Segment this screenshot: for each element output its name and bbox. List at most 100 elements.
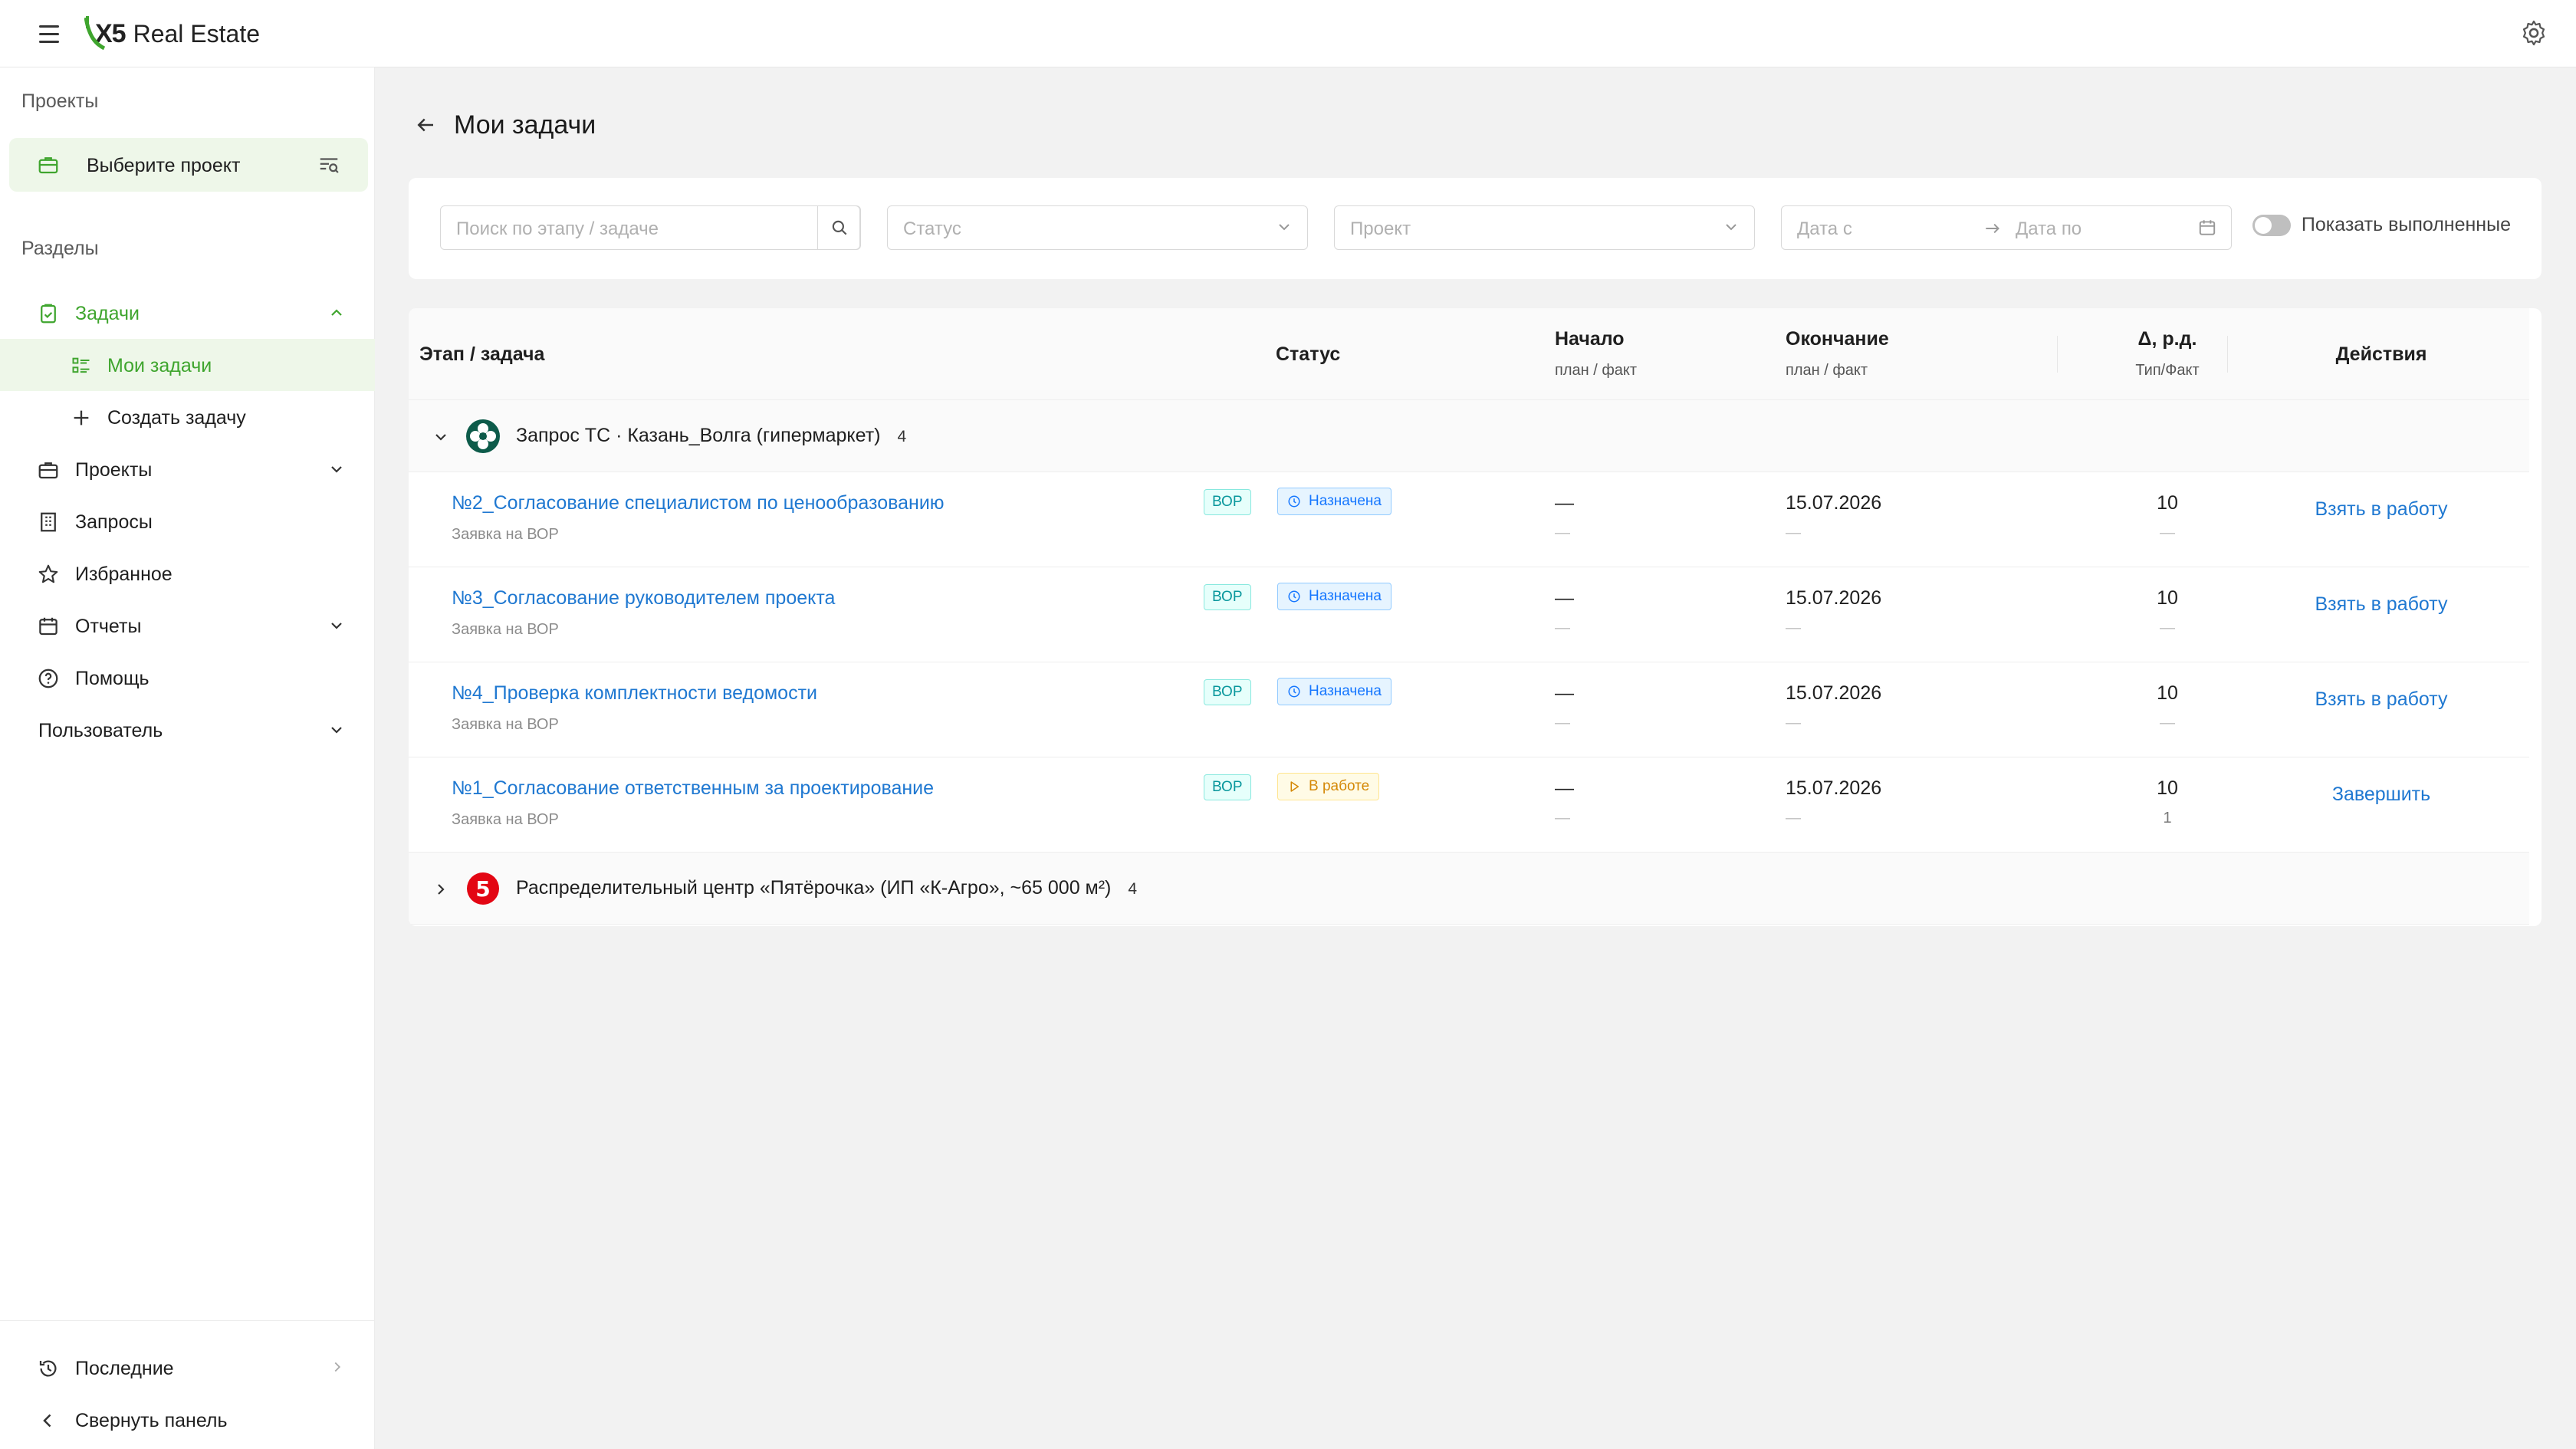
take-to-work-button[interactable]: Взять в работу xyxy=(2266,593,2496,616)
x5-leaf-icon xyxy=(84,15,106,50)
folder-icon xyxy=(38,462,58,479)
date-range-picker[interactable]: Дата с Дата по xyxy=(1781,205,2232,250)
start-plan: — xyxy=(1555,777,1574,799)
group-count: 4 xyxy=(897,428,907,445)
group-count: 4 xyxy=(1128,880,1138,898)
collapse-panel-button[interactable]: Свернуть панель xyxy=(0,1394,375,1446)
sidebar-item-help[interactable]: Помощь xyxy=(0,652,375,704)
delta-type: 10 xyxy=(2157,682,2178,704)
col-delta-sub: Тип/Факт xyxy=(2135,362,2200,379)
chevron-right-icon[interactable] xyxy=(432,880,450,899)
sidebar-item-label: Проекты xyxy=(75,459,153,481)
task-link[interactable]: №1_Согласование ответственным за проекти… xyxy=(452,777,934,800)
col-status: Статус xyxy=(1276,343,1341,365)
col-end: Окончание xyxy=(1786,328,1889,350)
arrow-right-icon xyxy=(1986,223,1999,234)
perekrestok-logo-icon xyxy=(466,419,500,453)
end-plan: 15.07.2026 xyxy=(1786,682,1882,704)
calendar-icon xyxy=(39,617,58,636)
sidebar-item-label: Отчеты xyxy=(75,616,142,637)
sidebar-item-tasks[interactable]: Задачи xyxy=(0,287,375,339)
plus-icon xyxy=(74,410,89,426)
project-select[interactable]: Проект xyxy=(1334,205,1755,250)
brand-logo[interactable]: X5 Real Estate xyxy=(84,9,260,58)
sidebar-item-user[interactable]: Пользователь xyxy=(0,704,375,756)
page-title: Мои задачи xyxy=(454,110,596,140)
calendar-icon xyxy=(2199,220,2216,235)
status-text: Назначена xyxy=(1309,493,1382,509)
sidebar-item-label: Задачи xyxy=(75,303,140,324)
status-placeholder: Статус xyxy=(903,219,961,239)
task-link[interactable]: №2_Согласование специалистом по ценообра… xyxy=(452,492,945,514)
start-fact: — xyxy=(1555,810,1570,826)
col-stage: Этап / задача xyxy=(419,343,545,365)
status-badge: Назначена xyxy=(1277,583,1392,610)
page-title-bar: Мои задачи xyxy=(414,106,596,144)
chevron-left-icon xyxy=(43,1414,51,1428)
project-select[interactable]: Выберите проект xyxy=(9,138,368,192)
status-badge: Назначена xyxy=(1277,678,1392,705)
sidebar-item-favorites[interactable]: Избранное xyxy=(0,547,375,600)
end-fact: — xyxy=(1786,810,1801,826)
help-icon xyxy=(38,669,58,688)
clock-icon xyxy=(1288,590,1300,603)
show-done-toggle[interactable]: Показать выполненные xyxy=(2252,214,2511,236)
type-tag: ВОР xyxy=(1204,679,1251,705)
briefcase-icon xyxy=(38,157,58,174)
project-select-label: Выберите проект xyxy=(87,155,241,176)
gear-icon[interactable] xyxy=(2519,18,2548,48)
svg-text:5: 5 xyxy=(475,876,490,902)
project-placeholder: Проект xyxy=(1350,219,1411,239)
search-input[interactable]: Поиск по этапу / задаче xyxy=(440,205,861,250)
status-text: Назначена xyxy=(1309,588,1382,604)
task-link[interactable]: №4_Проверка комплектности ведомости xyxy=(452,682,817,705)
sidebar-item-create-task[interactable]: Создать задачу xyxy=(0,391,375,443)
complete-button[interactable]: Завершить xyxy=(2266,784,2496,806)
start-plan: — xyxy=(1555,587,1574,609)
delta-fact: — xyxy=(2160,715,2175,731)
type-tag: ВОР xyxy=(1204,774,1251,800)
start-plan: — xyxy=(1555,492,1574,514)
col-actions: Действия xyxy=(2335,343,2427,365)
chevron-down-icon xyxy=(331,727,342,734)
take-to-work-button[interactable]: Взять в работу xyxy=(2266,498,2496,521)
group-row: 5 Распределительный центр «Пятёрочка» (И… xyxy=(409,853,2529,925)
delta-type: 10 xyxy=(2157,777,2178,799)
type-tag: ВОР xyxy=(1204,584,1251,610)
sidebar-item-my-tasks[interactable]: Мои задачи xyxy=(0,339,375,391)
clock-icon xyxy=(1288,685,1300,698)
chevron-up-icon xyxy=(331,309,342,316)
end-fact: — xyxy=(1786,715,1801,731)
end-plan: 15.07.2026 xyxy=(1786,587,1882,609)
filter-search-icon[interactable] xyxy=(317,153,340,176)
chevron-down-icon xyxy=(1726,224,1737,231)
sidebar-item-projects[interactable]: Проекты xyxy=(0,443,375,495)
end-fact: — xyxy=(1786,619,1801,636)
sidebar-item-reports[interactable]: Отчеты xyxy=(0,600,375,652)
delta-type: 10 xyxy=(2157,587,2178,609)
menu-icon[interactable] xyxy=(37,21,61,44)
date-to-input[interactable]: Дата по xyxy=(2016,219,2082,240)
search-button[interactable] xyxy=(817,205,860,250)
sidebar-item-label: Создать задачу xyxy=(107,407,246,429)
status-select[interactable]: Статус xyxy=(887,205,1308,250)
col-start: Начало xyxy=(1555,328,1625,350)
chevron-down-icon[interactable] xyxy=(432,428,450,446)
play-icon xyxy=(1290,781,1299,792)
sidebar-item-requests[interactable]: Запросы xyxy=(0,495,375,547)
arrow-left-icon[interactable] xyxy=(414,113,437,136)
end-plan: 15.07.2026 xyxy=(1786,777,1882,799)
delta-fact: — xyxy=(2160,524,2175,541)
take-to-work-button[interactable]: Взять в работу xyxy=(2266,688,2496,711)
task-link[interactable]: №3_Согласование руководителем проекта xyxy=(452,587,835,610)
sidebar-item-recent[interactable]: Последние xyxy=(0,1342,375,1394)
sidebar-item-label: Избранное xyxy=(75,564,172,585)
toggle-switch[interactable] xyxy=(2252,214,2291,236)
status-text: Назначена xyxy=(1309,683,1382,699)
list-icon xyxy=(72,357,90,373)
table-header: Этап / задача Статус Начало план / факт … xyxy=(409,308,2529,400)
col-end-sub: план / факт xyxy=(1786,362,1868,379)
task-subtitle: Заявка на ВОР xyxy=(452,716,559,733)
end-plan: 15.07.2026 xyxy=(1786,492,1882,514)
date-from-input[interactable]: Дата с xyxy=(1797,219,1852,240)
